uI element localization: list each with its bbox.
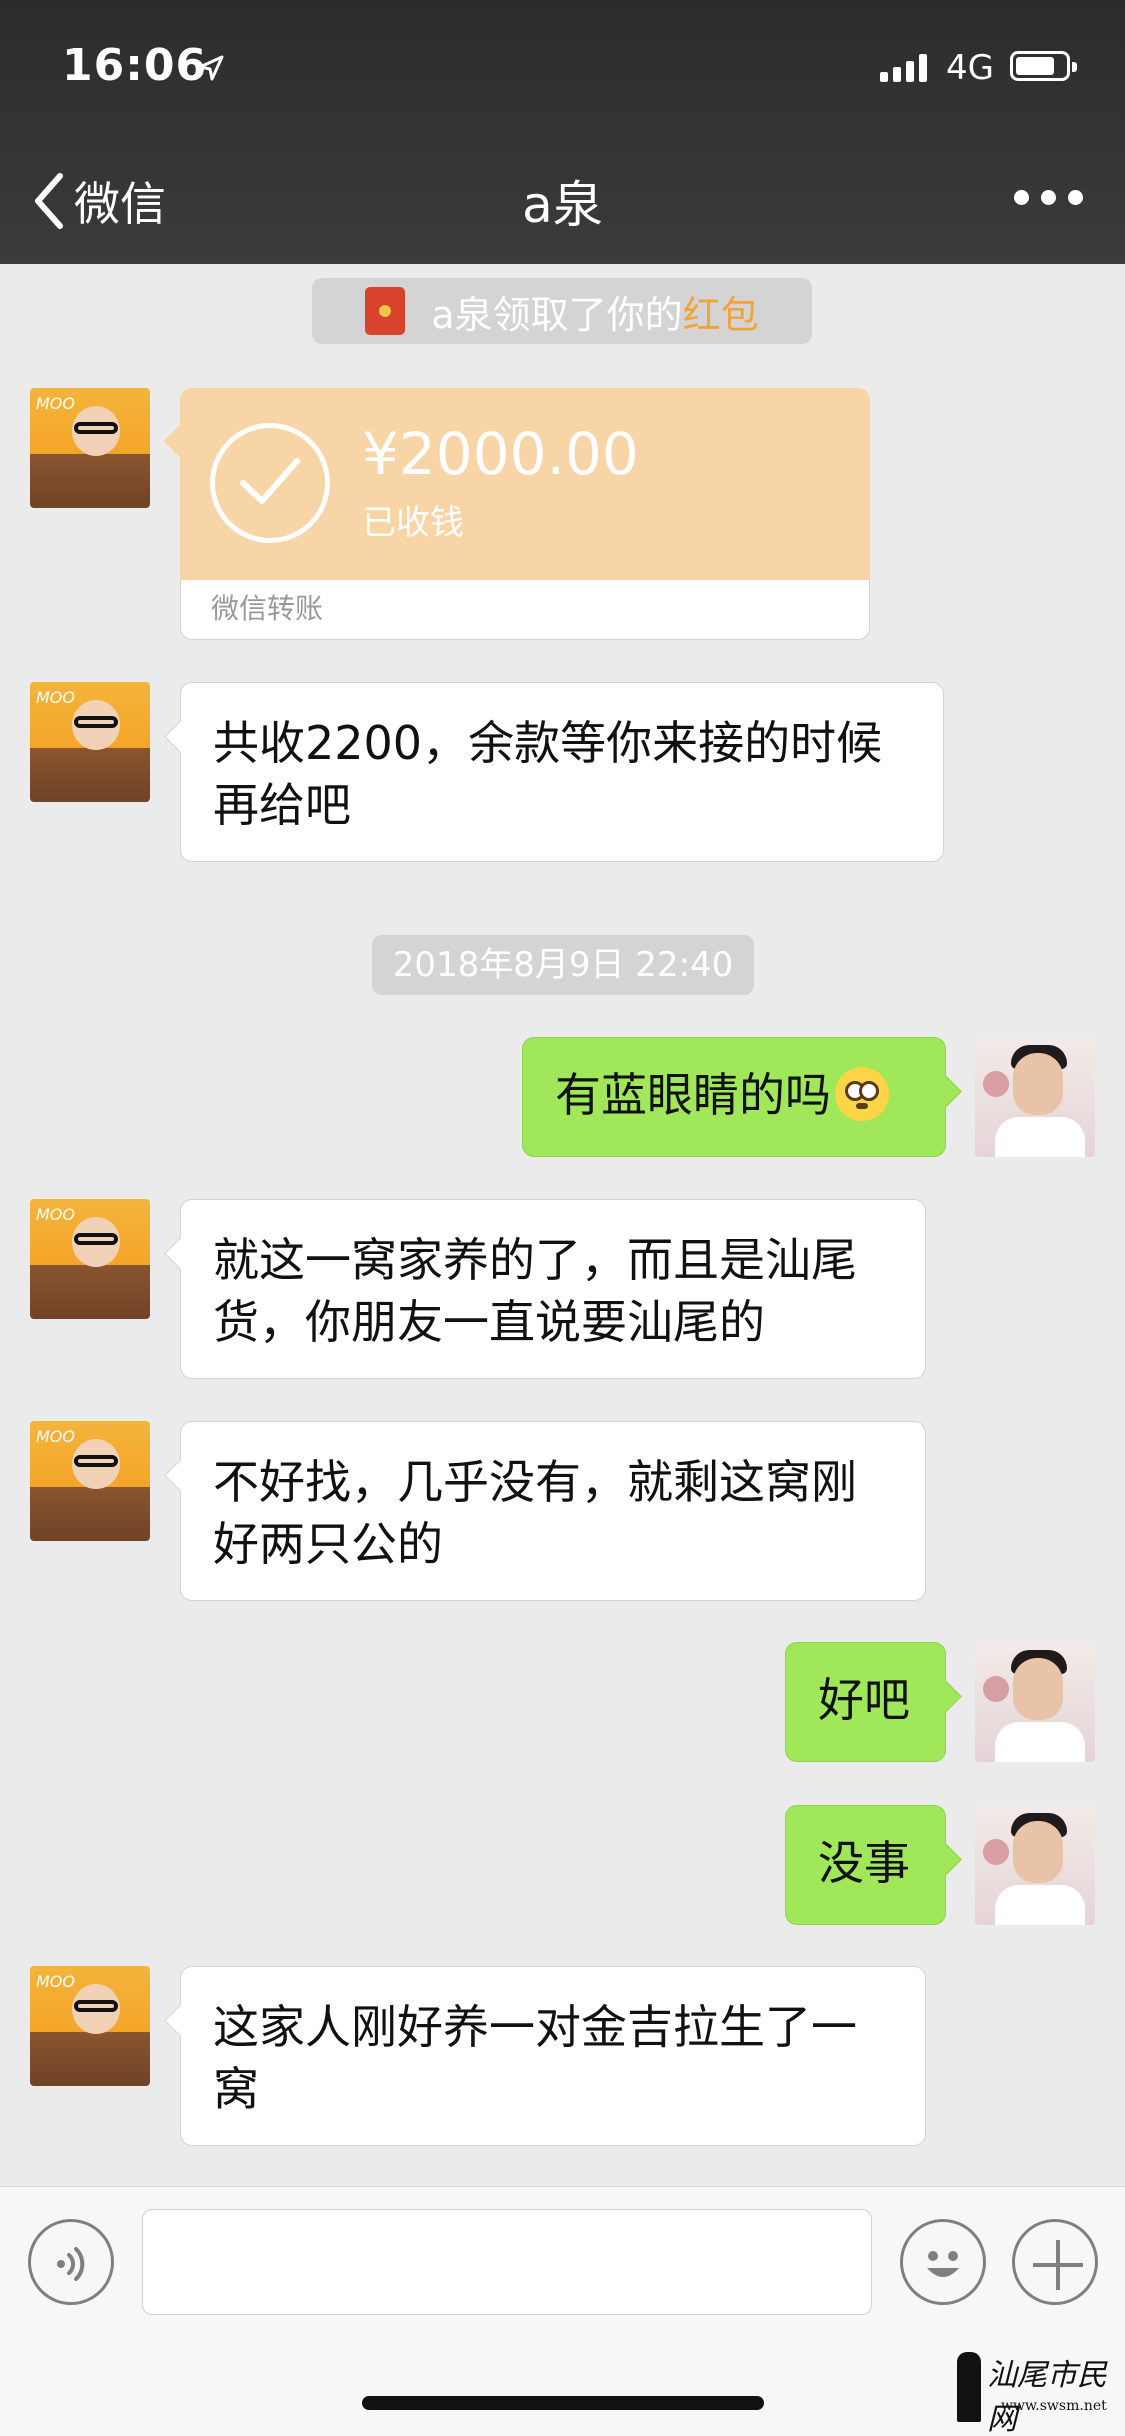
contact-avatar[interactable]: MOO (30, 1421, 150, 1541)
message-line: 就这一窝家养的了，而且是汕尾 (213, 1233, 857, 1287)
contact-avatar[interactable]: MOO (30, 1966, 150, 2086)
message-line: 货，你朋友一直说要汕尾的 (213, 1295, 765, 1349)
sent-message[interactable]: 好吧 (785, 1642, 946, 1762)
user-avatar[interactable] (975, 1037, 1095, 1157)
emoji-button[interactable] (900, 2219, 986, 2305)
watermark-url: www.swsm.net (1001, 2398, 1107, 2414)
transfer-status: 已收钱 (362, 503, 464, 543)
contact-avatar[interactable]: MOO (30, 682, 150, 802)
received-message[interactable]: 共收2200，余款等你来接的时候 再给吧 (180, 682, 944, 862)
message-text: 好吧 (818, 1673, 910, 1727)
sent-message[interactable]: 没事 (785, 1805, 946, 1925)
message-text: 有蓝眼睛的吗 (555, 1068, 831, 1122)
message-line: 好两只公的 (213, 1517, 443, 1571)
received-message[interactable]: 不好找，几乎没有，就剩这窝刚 好两只公的 (180, 1421, 926, 1601)
timestamp: 2018年8月9日 22:40 (372, 935, 754, 995)
notice-text: a泉领取了你的 (431, 292, 683, 337)
message-line: 窝 (213, 2062, 259, 2116)
transfer-amount: ¥2000.00 (362, 420, 639, 488)
status-time: 16:06 (62, 40, 208, 91)
emoji-icon (927, 2251, 959, 2277)
flushed-face-icon (835, 1067, 889, 1121)
contact-avatar[interactable]: MOO (30, 388, 150, 508)
transfer-message[interactable]: ¥2000.00 已收钱 微信转账 (180, 388, 870, 640)
user-avatar[interactable] (975, 1642, 1095, 1762)
received-message[interactable]: 就这一窝家养的了，而且是汕尾 货，你朋友一直说要汕尾的 (180, 1199, 926, 1379)
user-avatar[interactable] (975, 1805, 1095, 1925)
more-dots-icon[interactable] (1014, 190, 1083, 205)
message-input[interactable] (142, 2209, 872, 2315)
voice-icon (57, 2247, 85, 2281)
watermark-text: 汕尾市民网 (987, 2358, 1107, 2436)
transfer-footer: 微信转账 (180, 580, 870, 640)
message-line: 不好找，几乎没有，就剩这窝刚 (213, 1455, 857, 1509)
red-packet-notice: a泉领取了你的 红包 (312, 278, 812, 344)
voice-button[interactable] (28, 2219, 114, 2305)
site-watermark: 汕尾市民网 www.swsm.net (947, 2342, 1117, 2436)
red-packet-icon (365, 287, 406, 335)
red-packet-label[interactable]: 红包 (683, 284, 759, 339)
message-line: 共收2200，余款等你来接的时候 (213, 716, 883, 770)
sent-message[interactable]: 有蓝眼睛的吗 (522, 1037, 946, 1157)
check-icon (210, 423, 330, 543)
location-arrow-icon (198, 55, 224, 81)
signal-bars-icon (880, 52, 927, 82)
message-text: 没事 (818, 1836, 910, 1890)
network-type: 4G (946, 48, 994, 88)
contact-avatar[interactable]: MOO (30, 1199, 150, 1319)
received-message[interactable]: 这家人刚好养一对金吉拉生了一 窝 (180, 1966, 926, 2146)
battery-icon (1010, 51, 1077, 81)
message-line: 这家人刚好养一对金吉拉生了一 (213, 2000, 857, 2054)
plus-icon[interactable] (1012, 2219, 1098, 2305)
home-indicator[interactable] (362, 2396, 764, 2410)
message-line: 再给吧 (213, 778, 351, 832)
top-navigation: 16:06 4G 微信 a泉 (0, 0, 1125, 264)
chat-title: a泉 (522, 176, 603, 234)
person-silhouette-icon (957, 2352, 981, 2422)
